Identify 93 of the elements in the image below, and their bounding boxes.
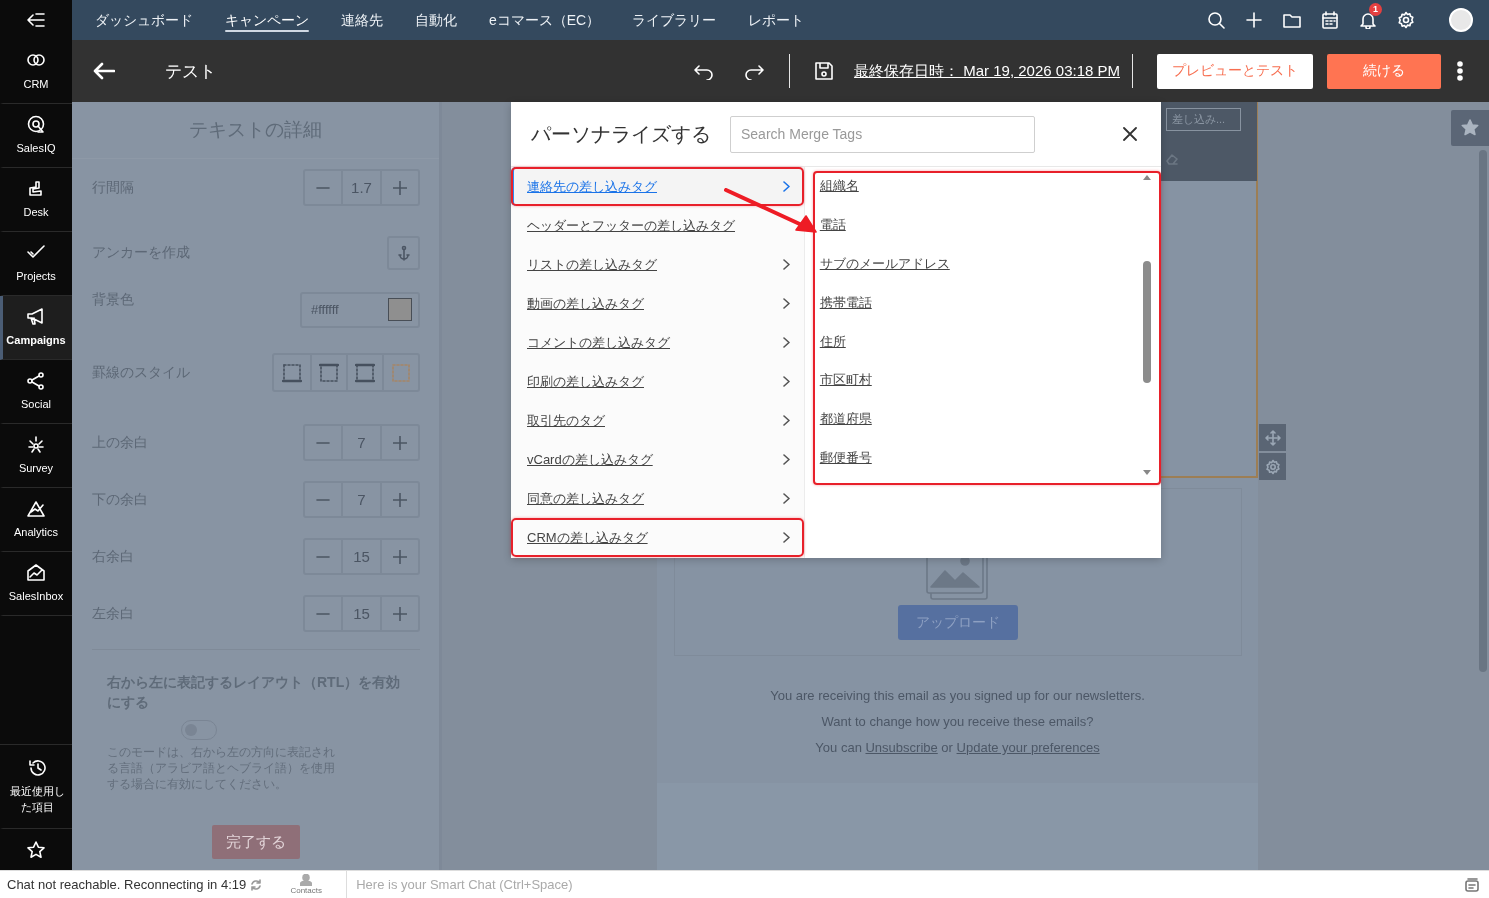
folder-icon[interactable] [1283, 11, 1301, 29]
merge-tag[interactable]: 住所 [819, 329, 846, 369]
minus-icon [316, 612, 330, 615]
search-field[interactable]: Search Merge Tags [730, 115, 1035, 153]
calendar-icon[interactable] [1321, 11, 1339, 29]
chart-triangle-icon [26, 499, 46, 519]
merge-tag[interactable]: 都道府県 [819, 407, 872, 447]
dashed-border-icon [391, 362, 411, 383]
plus-icon [393, 492, 407, 507]
sparkle-icon [26, 435, 46, 455]
merge-tag-category[interactable]: コメントの差し込みタグ [511, 323, 804, 362]
color-swatch [388, 298, 412, 321]
star-icon[interactable] [26, 839, 46, 860]
notification-badge: 1 [1369, 3, 1382, 16]
nav-tab[interactable]: レポート [732, 0, 821, 40]
dialog-title: パーソナライズする [531, 121, 712, 147]
rail-item[interactable]: Campaigns [0, 296, 72, 360]
minus-icon [316, 498, 330, 501]
plus-icon [393, 606, 407, 621]
menu-icon[interactable] [27, 13, 45, 27]
star-icon [1461, 119, 1479, 137]
undo-icon[interactable] [693, 62, 716, 80]
nav-tab[interactable]: キャンペーン [209, 0, 325, 40]
merge-tag-category[interactable]: リストの差し込みタグ [511, 245, 804, 284]
history-icon [27, 758, 48, 778]
save-icon[interactable] [814, 61, 835, 81]
footer-text: You can Unsubscribe or Update your preferences [814, 739, 1101, 757]
stepper-value: 15 [341, 597, 382, 630]
stepper-value: 7 [341, 426, 382, 459]
last-saved-link[interactable]: 最終保存日時： Mar 19, 2026 03:18 PM [854, 61, 1120, 81]
scrollbar[interactable] [1143, 175, 1151, 475]
redo-icon[interactable] [743, 62, 766, 80]
merge-tag-category[interactable]: ヘッダーとフッターの差し込みタグ [511, 206, 804, 245]
nav-tab[interactable]: 連絡先 [325, 0, 399, 40]
bell-icon[interactable] [1359, 11, 1377, 29]
top-bottom-border-icon [355, 362, 375, 383]
stepper-value: 7 [341, 483, 382, 516]
avatar[interactable] [1449, 8, 1473, 32]
merge-tag[interactable]: 組織名 [819, 174, 859, 213]
merge-tag-category[interactable]: 動画の差し込みタグ [511, 284, 804, 323]
merge-tag-category[interactable]: 取引先のタグ [511, 401, 804, 440]
nav-tab[interactable]: eコマース（EC） [473, 0, 617, 40]
move-icon [1264, 429, 1281, 446]
plus-icon [393, 435, 407, 450]
scrollbar-thumb[interactable] [1479, 150, 1487, 672]
merge-tag[interactable]: 電話 [819, 212, 846, 252]
footer-text: Want to change how you receive these emails? [820, 713, 1095, 731]
merge-tag-category[interactable]: 同意の差し込みタグ [511, 479, 804, 518]
chat-bubble-icon [26, 115, 46, 135]
move-handle[interactable] [1259, 424, 1286, 451]
merge-tag[interactable]: 郵便番号 [819, 446, 872, 485]
merge-tag-category[interactable]: vCardの差し込みタグ [511, 440, 804, 479]
bottom-border-icon [282, 362, 302, 383]
nav-tab[interactable]: 自動化 [399, 0, 473, 40]
plus-icon [393, 180, 407, 195]
minus-icon [316, 186, 330, 189]
minus-icon [316, 555, 330, 558]
merge-tag[interactable]: 携帯電話 [819, 290, 872, 330]
campaign-title: テスト [165, 60, 216, 83]
chat-status-text: Chat not reachable. Reconnecting in 4:19 [7, 877, 247, 892]
merge-tag[interactable]: 市区町村 [819, 368, 872, 408]
plus-icon[interactable] [1245, 11, 1263, 29]
back-arrow-icon[interactable] [93, 62, 115, 80]
settings-icon [1264, 458, 1281, 475]
merge-tag-category[interactable]: CRMの差し込みタグ [511, 518, 804, 557]
minus-icon [316, 441, 330, 444]
merge-tag-category[interactable]: 連絡先の差し込みタグ [511, 167, 804, 206]
border-style-selector[interactable] [272, 353, 420, 392]
more-icon[interactable] [1457, 61, 1463, 81]
plus-icon [393, 549, 407, 564]
search-icon[interactable] [1207, 11, 1225, 29]
anchor-icon [396, 244, 411, 261]
network-nodes-icon [26, 371, 46, 391]
favorite-button[interactable] [1451, 110, 1489, 146]
stepper-value: 15 [341, 540, 382, 573]
trend-envelope-icon [26, 563, 46, 583]
settings-icon[interactable] [1397, 11, 1415, 29]
nav-tab[interactable]: ライブラリー [616, 0, 733, 40]
megaphone-icon [26, 307, 46, 327]
eraser-icon[interactable] [1166, 153, 1178, 165]
top-border-icon [319, 362, 339, 383]
stepper-value: 1.7 [341, 171, 382, 204]
nav-tab[interactable]: ダッシュボード [79, 0, 209, 40]
merge-tag-category[interactable]: 印刷の差し込みタグ [511, 362, 804, 401]
block-settings-button[interactable] [1259, 453, 1286, 480]
anchor-button[interactable] [387, 235, 420, 270]
chat-panel-icon[interactable] [1465, 877, 1479, 892]
close-icon[interactable] [1123, 127, 1137, 141]
footer-text: You are receiving this email as you signed up for our newsletters. [769, 687, 1146, 705]
contacts-button[interactable]: Contacts [286, 874, 327, 895]
refresh-icon[interactable] [250, 878, 263, 891]
merge-tag[interactable]: サブのメールアドレス [819, 251, 950, 291]
person-icon [300, 874, 313, 886]
